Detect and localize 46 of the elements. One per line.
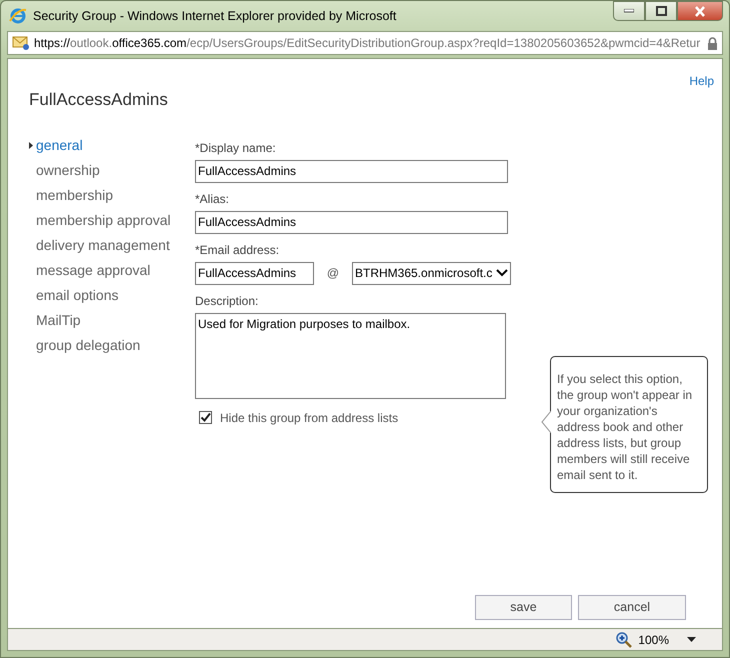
nav-item[interactable]: message approval: [29, 258, 195, 282]
maximize-button[interactable]: [645, 1, 677, 21]
close-button[interactable]: [677, 1, 723, 21]
field-label: *Display name:: [195, 140, 277, 156]
nav-item[interactable]: email options: [29, 282, 195, 308]
hide-checkbox[interactable]: [199, 411, 212, 424]
minimize-icon: [624, 9, 634, 13]
maximize-icon: [656, 6, 666, 16]
cancel-button[interactable]: cancel: [578, 595, 686, 620]
nav-item[interactable]: ownership: [29, 158, 195, 182]
lock-icon: [707, 36, 718, 50]
page-envelope-icon: [12, 35, 30, 51]
checkbox-label: Hide this group from address lists: [220, 410, 398, 426]
minimize-button[interactable]: [613, 1, 645, 21]
dropdown-caret-icon[interactable]: [687, 637, 696, 642]
nav-item[interactable]: membership approval: [29, 208, 195, 232]
nav-item[interactable]: general: [29, 132, 195, 158]
nav-item[interactable]: delivery management: [29, 232, 195, 258]
zoom-level[interactable]: 100%: [638, 630, 669, 648]
url-text: office365.com: [112, 36, 187, 50]
field-label: *Alias:: [195, 190, 230, 208]
tooltip-text: If you select this option, the group won't appear in your organization's address book and other address lists, but group members will still receive email sent to it.: [557, 372, 692, 482]
display-name-field[interactable]: FullAccessAdmins: [195, 160, 508, 182]
domain-dropdown[interactable]: BTRHM365.onmicrosoft.c: [352, 262, 511, 284]
field-label: *Email address:: [195, 242, 280, 258]
nav-item[interactable]: group delegation: [29, 332, 195, 358]
zoom-magnifier-icon: [616, 632, 632, 648]
at-sign: @: [326, 265, 340, 282]
browser-logo-icon: [9, 7, 27, 25]
page-title: FullAccessAdmins: [29, 89, 169, 111]
selected-arrow-icon: [29, 142, 33, 150]
url-text: /ecp/UsersGroups/EditSecurityDistributionGroup.aspx?reqId=1380205603652&pwmcid=4&Retur: [186, 36, 700, 50]
alias-field[interactable]: FullAccessAdmins: [195, 210, 508, 234]
nav-item[interactable]: membership: [29, 182, 195, 208]
close-icon: [694, 6, 706, 16]
url-text: outlook.: [70, 36, 112, 50]
url-text: https://: [34, 36, 70, 50]
field-label: Description:: [195, 292, 260, 310]
description-field[interactable]: Used for Migration purposes to mailbox.: [195, 312, 506, 398]
window-title: Security Group - Windows Internet Explorer provided by Microsoft: [33, 8, 396, 25]
save-button[interactable]: save: [475, 595, 572, 620]
chevron-down-icon: [496, 269, 508, 277]
nav-item[interactable]: MailTip: [29, 308, 195, 332]
email-field[interactable]: FullAccessAdmins: [195, 262, 314, 284]
address-bar[interactable]: https://outlook.office365.com/ecp/UsersGroups/EditSecurityDistributionGroup.aspx?reqId=1380205603652&pwmcid=4&Retur: [7, 31, 723, 55]
help-link[interactable]: Help: [689, 72, 714, 90]
